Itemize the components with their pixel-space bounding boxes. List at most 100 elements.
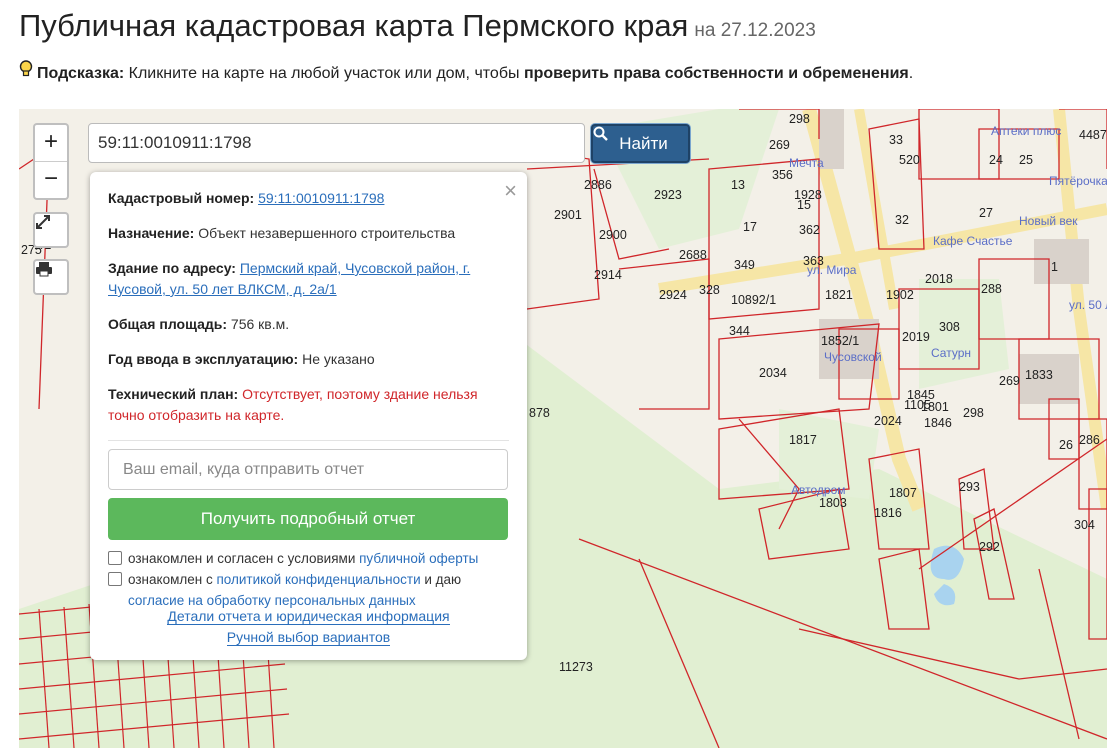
- consent-privacy-text: ознакомлен с: [128, 572, 217, 587]
- divider: [108, 440, 509, 441]
- cadastral-number-link[interactable]: 59:11:0010911:1798: [258, 190, 384, 206]
- lightbulb-icon: [19, 60, 37, 83]
- poi-label: Чусовской: [824, 350, 882, 364]
- parcel-label: 288: [981, 282, 1002, 296]
- area-label: Общая площадь:: [108, 316, 228, 332]
- public-offer-link[interactable]: публичной оферты: [359, 551, 478, 566]
- parcel-info-popup: × Кадастровый номер: 59:11:0010911:1798 …: [90, 172, 527, 660]
- parcel-label: 304: [1074, 518, 1095, 532]
- parcel-label: 1817: [789, 433, 817, 447]
- parcel-label: 1: [1051, 260, 1058, 274]
- parcel-label: 1821: [825, 288, 853, 302]
- page-title: Публичная кадастровая карта Пермского кр…: [19, 8, 816, 44]
- parcel-label: 10892/1: [731, 293, 776, 307]
- address-label: Здание по адресу:: [108, 260, 236, 276]
- parcel-label: 1902: [886, 288, 914, 302]
- hint-text: Кликните на карте на любой участок или д…: [124, 65, 524, 82]
- parcel-label: 298: [789, 112, 810, 126]
- year-value: Не указано: [302, 351, 375, 367]
- techplan-row: Технический план: Отсутствует, поэтому з…: [108, 384, 509, 426]
- parcel-label: 269: [999, 374, 1020, 388]
- consent-offer-text: ознакомлен и согласен с условиями: [128, 551, 360, 566]
- find-button-label: Найти: [619, 133, 668, 153]
- parcel-label: 286: [1079, 433, 1100, 447]
- parcel-label: 1846: [924, 416, 952, 430]
- poi-label: ул. 50 лет: [1069, 298, 1107, 312]
- print-button[interactable]: [33, 259, 69, 295]
- parcel-label: 15: [797, 198, 811, 212]
- parcel-label: 2923: [654, 188, 682, 202]
- parcel-label: 362: [799, 223, 820, 237]
- close-icon[interactable]: ×: [504, 178, 517, 204]
- zoom-control: + −: [33, 123, 69, 200]
- parcel-label: 1852/1: [821, 334, 859, 348]
- zoom-out-button[interactable]: −: [35, 161, 67, 198]
- parcel-label: 356: [772, 168, 793, 182]
- parcel-label: 26: [1059, 438, 1073, 452]
- parcel-label: 27: [979, 206, 993, 220]
- poi-label: Мечта: [789, 156, 824, 170]
- parcel-label: 520: [899, 153, 920, 167]
- parcel-label: 344: [729, 324, 750, 338]
- parcel-label: 4487: [1079, 128, 1107, 142]
- parcel-label: 2034: [759, 366, 787, 380]
- parcel-label: 328: [699, 283, 720, 297]
- area-row: Общая площадь: 756 кв.м.: [108, 314, 509, 335]
- parcel-label: 13: [731, 178, 745, 192]
- parcel-label: 2914: [594, 268, 622, 282]
- parcel-label: 2688: [679, 248, 707, 262]
- cadastral-search-input[interactable]: [88, 123, 585, 163]
- year-row: Год ввода в эксплуатацию: Не указано: [108, 349, 509, 370]
- parcel-label: 298: [963, 406, 984, 420]
- poi-label: Автодром: [791, 483, 846, 497]
- privacy-policy-link[interactable]: политикой конфиденциальности: [216, 572, 420, 587]
- parcel-label: 1816: [874, 506, 902, 520]
- fullscreen-button[interactable]: [33, 212, 69, 248]
- poi-label: Аптеки плюс: [991, 124, 1061, 138]
- parcel-label: 25: [1019, 153, 1033, 167]
- hint-end: .: [908, 65, 914, 82]
- parcel-label: 2901: [554, 208, 582, 222]
- cadastral-label: Кадастровый номер:: [108, 190, 255, 206]
- email-field[interactable]: [108, 449, 508, 490]
- consent-offer: ознакомлен и согласен с условиями публич…: [108, 548, 509, 569]
- find-button[interactable]: Найти: [591, 124, 690, 163]
- get-report-button[interactable]: Получить подробный отчет: [108, 498, 508, 540]
- zoom-in-button[interactable]: +: [35, 125, 67, 161]
- consent-privacy: ознакомлен с политикой конфиденциальност…: [108, 569, 509, 611]
- consent-offer-checkbox[interactable]: [108, 551, 122, 565]
- parcel-label: 878: [529, 406, 550, 420]
- parcel-label: 1807: [889, 486, 917, 500]
- parcel-label: 24: [989, 153, 1003, 167]
- purpose-row: Назначение: Объект незавершенного строит…: [108, 223, 509, 244]
- parcel-label: 269: [769, 138, 790, 152]
- parcel-label: 2900: [599, 228, 627, 242]
- parcel-label: 2886: [584, 178, 612, 192]
- parcel-label: 2924: [659, 288, 687, 302]
- parcel-label: 2019: [902, 330, 930, 344]
- popup-footer: Детали отчета и юридическая информация Р…: [90, 606, 527, 648]
- report-details-link[interactable]: Детали отчета и юридическая информация: [167, 608, 450, 625]
- cadastral-number-row: Кадастровый номер: 59:11:0010911:1798: [108, 188, 509, 209]
- parcel-label: 1833: [1025, 368, 1053, 382]
- techplan-label: Технический план:: [108, 386, 239, 402]
- purpose-value: Объект незавершенного строительства: [198, 225, 456, 241]
- parcel-label: 349: [734, 258, 755, 272]
- parcel-label: 292: [979, 540, 1000, 554]
- parcel-label: 11273: [559, 660, 593, 674]
- parcel-label: 308: [939, 320, 960, 334]
- purpose-label: Назначение:: [108, 225, 195, 241]
- parcel-label: 1803: [819, 496, 847, 510]
- poi-label: Новый век: [1019, 214, 1078, 228]
- parcel-label: 1105: [904, 398, 931, 412]
- parcel-label: 33: [889, 133, 903, 147]
- manual-choice-link[interactable]: Ручной выбор вариантов: [226, 629, 391, 646]
- consent-privacy-checkbox[interactable]: [108, 572, 122, 586]
- cadastral-map[interactable]: 2982691928335202425448713356151/12901288…: [19, 109, 1107, 748]
- area-value: 756 кв.м.: [230, 316, 290, 332]
- consent-privacy-mid: и даю: [420, 572, 462, 587]
- year-label: Год ввода в эксплуатацию:: [108, 351, 299, 367]
- hint-label: Подсказка:: [37, 65, 125, 82]
- poi-label: Кафе Счастье: [933, 234, 1013, 248]
- page-date: на 27.12.2023: [694, 20, 816, 41]
